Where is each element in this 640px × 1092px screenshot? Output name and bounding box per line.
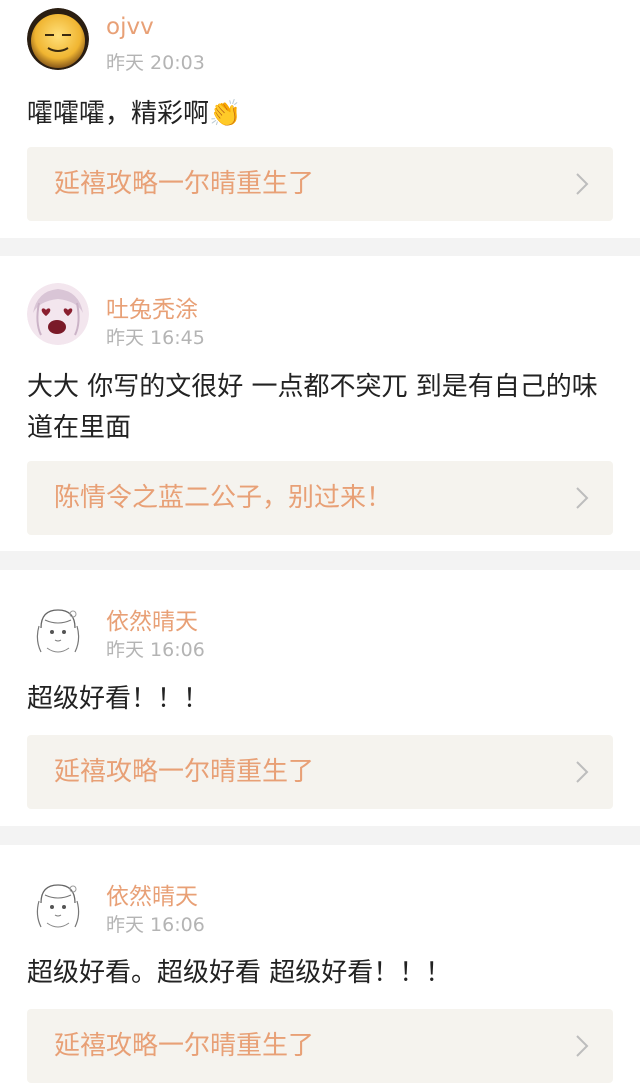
- username[interactable]: 吐兔秃涂: [106, 290, 198, 324]
- comment-feed: ojvv 昨天 20:03 嚯嚯嚯，精彩啊👏 延禧攻略一尔晴重生了 吐兔秃涂 昨…: [0, 0, 640, 1092]
- sketch-girl-avatar-icon: [27, 873, 89, 935]
- article-link-title: 陈情令之蓝二公子，别过来！: [54, 483, 393, 513]
- comment-card: 吐兔秃涂 昨天 16:45 大大 你写的文很好 一点都不突兀 到是有自己的味道在…: [0, 256, 640, 551]
- timestamp: 昨天 16:45: [106, 327, 205, 349]
- article-link-card[interactable]: 延禧攻略一尔晴重生了: [27, 147, 613, 221]
- article-link-title: 延禧攻略一尔晴重生了: [54, 1031, 315, 1061]
- comment-card: 依然晴天 昨天 16:06 超级好看。超级好看 超级好看！！！ 延禧攻略一尔晴重…: [0, 845, 640, 1092]
- chevron-right-icon: [576, 1035, 589, 1057]
- comment-text: 超级好看！！！: [27, 684, 210, 714]
- article-link-title: 延禧攻略一尔晴重生了: [54, 169, 315, 199]
- sketch-girl-avatar-icon: [27, 598, 89, 660]
- avatar[interactable]: [27, 8, 89, 70]
- comment-text: 大大 你写的文很好 一点都不突兀 到是有自己的味道在里面: [27, 372, 598, 443]
- heart-eyes-avatar-icon: [27, 283, 89, 345]
- chevron-right-icon: [576, 487, 589, 509]
- comment-text: 嚯嚯嚯，精彩啊👏: [27, 94, 612, 135]
- chevron-right-icon: [576, 173, 589, 195]
- timestamp: 昨天 16:06: [106, 914, 205, 936]
- clapping-hands-emoji: 👏: [209, 99, 242, 129]
- article-link-card[interactable]: 延禧攻略一尔晴重生了: [27, 735, 613, 809]
- article-link-card[interactable]: 陈情令之蓝二公子，别过来！: [27, 461, 613, 535]
- comment-body: 嚯嚯嚯，精彩啊: [27, 99, 210, 129]
- avatar[interactable]: [27, 598, 89, 660]
- username[interactable]: ojvv: [106, 14, 154, 40]
- username[interactable]: 依然晴天: [106, 602, 198, 636]
- avatar[interactable]: [27, 873, 89, 935]
- smiley-face-avatar-icon: [27, 8, 89, 70]
- article-link-title: 延禧攻略一尔晴重生了: [54, 757, 315, 787]
- timestamp: 昨天 20:03: [106, 52, 205, 74]
- chevron-right-icon: [576, 761, 589, 783]
- avatar[interactable]: [27, 283, 89, 345]
- comment-card: ojvv 昨天 20:03 嚯嚯嚯，精彩啊👏 延禧攻略一尔晴重生了: [0, 0, 640, 238]
- timestamp: 昨天 16:06: [106, 639, 205, 661]
- article-link-card[interactable]: 延禧攻略一尔晴重生了: [27, 1009, 613, 1083]
- comment-text: 超级好看。超级好看 超级好看！！！: [27, 958, 452, 988]
- comment-card: 依然晴天 昨天 16:06 超级好看！！！ 延禧攻略一尔晴重生了: [0, 570, 640, 826]
- username[interactable]: 依然晴天: [106, 877, 198, 911]
